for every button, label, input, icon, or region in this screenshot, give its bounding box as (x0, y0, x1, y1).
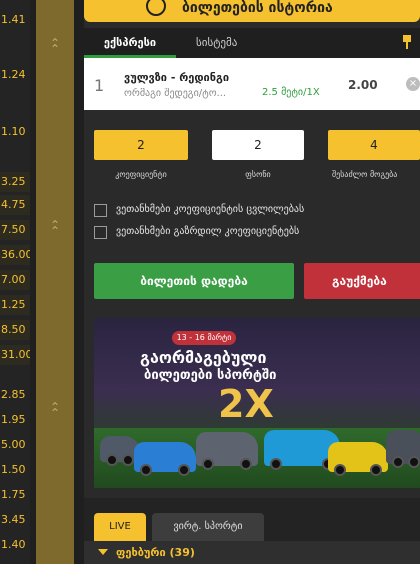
accept-odds-change-checkbox[interactable] (94, 204, 107, 217)
banner-multiplier: 2X (218, 382, 274, 426)
car-image (134, 442, 196, 476)
promo-banner[interactable]: 13 - 16 მარტი გაორმაგებული ბილეთები სპორ… (94, 318, 420, 488)
remove-bet-icon[interactable]: × (406, 77, 420, 91)
odds-value[interactable]: 2.85 (0, 385, 30, 405)
collapse-rail (36, 0, 74, 564)
odds-value[interactable]: 1.25 (0, 295, 30, 315)
odds-value[interactable]: 1.50 (0, 460, 30, 480)
odds-value[interactable]: 31.00 (0, 345, 30, 365)
odds-value[interactable]: 1.24 (0, 65, 30, 85)
odds-value[interactable]: 36.00 (0, 245, 30, 265)
odds-value[interactable]: 5.00 (0, 435, 30, 455)
bet-odds: 2.00 (348, 78, 378, 92)
stake-input[interactable]: 2 (212, 130, 304, 160)
odds-value[interactable]: 3.45 (0, 510, 30, 530)
accept-higher-odds-checkbox[interactable] (94, 226, 107, 239)
banner-subheadline: ბილეთები სპორტში (144, 368, 277, 383)
coefficient-label: კოეფიციენტი (115, 170, 167, 179)
odds-value[interactable]: 8.50 (0, 320, 30, 340)
tab-virtual-sports[interactable]: ვირტ. სპორტი (152, 513, 264, 541)
market-name: ორმაგი შედეგი/ტო... (124, 88, 227, 99)
category-label: ფეხბური (39) (116, 546, 195, 559)
odds-value[interactable]: 4.75 (0, 195, 30, 215)
coefficient-value: 2 (94, 130, 188, 160)
tab-system[interactable]: სისტემა (196, 28, 237, 58)
odds-value[interactable]: 1.41 (0, 10, 30, 30)
chevron-up-icon[interactable]: ⌃ ⌃ (48, 401, 62, 419)
match-name: ვულვზი - რედინგი (124, 71, 230, 84)
banner-dates: 13 - 16 მარტი (172, 331, 236, 345)
odds-value[interactable]: 3.25 (0, 172, 30, 192)
odds-value[interactable]: 1.95 (0, 410, 30, 430)
betslip-screen: ბილეთების ისტორია ექსპრესი სისტემა 1 ვულ… (0, 0, 420, 564)
car-image (386, 430, 420, 468)
odds-value[interactable]: 1.10 (0, 122, 30, 142)
accept-odds-change-label: ვეთანხმები კოეფიციენტის ცვლილებას (116, 204, 305, 215)
chevron-up-icon[interactable]: ⌃ ⌃ (48, 37, 62, 55)
banner-headline: გაორმაგებული (140, 348, 267, 367)
selection: 2.5 მეტი/1X (262, 87, 320, 98)
odds-value[interactable]: 7.00 (0, 270, 30, 290)
betslip-tabs: ექსპრესი სისტემა (84, 28, 420, 58)
bet-card: 1 ვულვზი - რედინგი ორმაგი შედეგი/ტო... 2… (84, 58, 420, 110)
accept-higher-odds-label: ვეთანხმები გაზრდილ კოეფიციენტებს (116, 226, 300, 237)
car-image (328, 442, 388, 476)
history-icon (146, 0, 166, 16)
tab-live[interactable]: LIVE (94, 513, 146, 541)
place-bet-button[interactable]: ბილეთის დადება (94, 263, 294, 299)
possible-win-label: შესაძლო მოგება (332, 170, 398, 179)
cancel-button[interactable]: გაუქმება (304, 263, 420, 299)
chevron-down-icon[interactable] (98, 549, 108, 555)
header-title: ბილეთების ისტორია (182, 0, 333, 16)
bet-number: 1 (94, 76, 105, 95)
chevron-up-icon[interactable]: ⌃ ⌃ (48, 219, 62, 237)
betslip-header[interactable]: ბილეთების ისტორია (84, 0, 420, 22)
odds-value[interactable]: 1.40 (0, 535, 30, 555)
car-image (196, 432, 258, 470)
possible-win-value: 4 (328, 130, 420, 160)
odds-value[interactable]: 1.75 (0, 485, 30, 505)
odds-value[interactable]: 7.50 (0, 220, 30, 240)
stake-label: ფსონი (245, 170, 271, 179)
pin-icon[interactable] (402, 35, 412, 49)
tab-express[interactable]: ექსპრესი (84, 28, 176, 58)
